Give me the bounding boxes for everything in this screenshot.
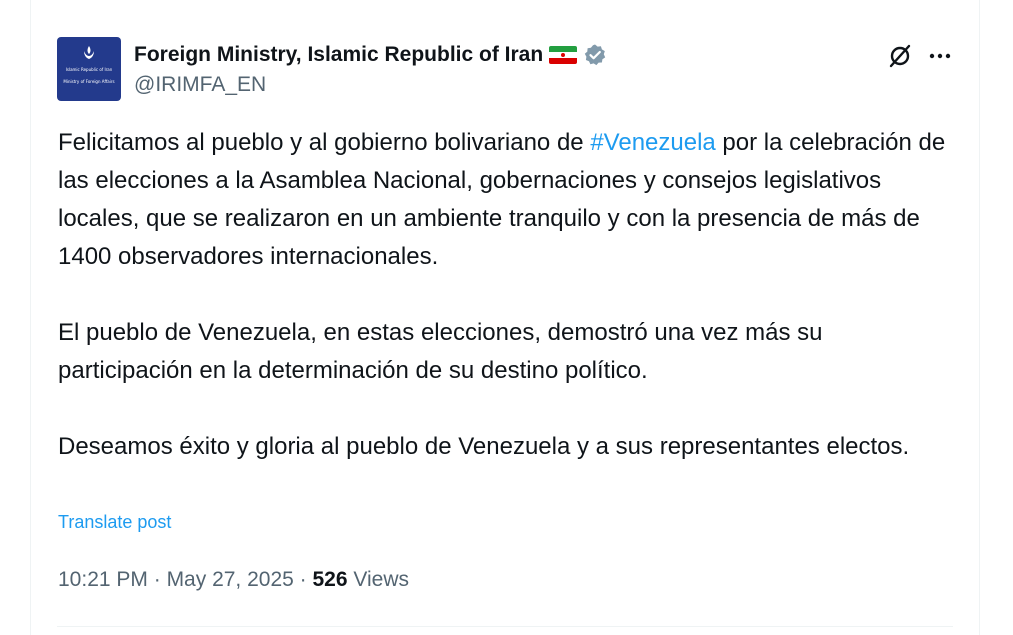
- post-date[interactable]: May 27, 2025: [167, 568, 294, 591]
- post-text: Felicitamos al pueblo y al gobierno boli…: [58, 124, 958, 466]
- translate-post-link[interactable]: Translate post: [58, 512, 171, 533]
- grok-icon[interactable]: [887, 43, 913, 69]
- meta-separator: ·: [293, 568, 313, 591]
- avatar-text-line1: Islamic Republic of Iran: [65, 67, 113, 72]
- post-paragraph-3: Deseamos éxito y gloria al pueblo de Ven…: [58, 433, 910, 460]
- display-name[interactable]: Foreign Ministry, Islamic Republic of Ir…: [134, 43, 543, 67]
- views-count: 526: [312, 568, 348, 591]
- divider: [57, 626, 953, 627]
- post-meta: 10:21 PM · May 27, 2025 · 526 Views: [58, 568, 409, 592]
- account-handle[interactable]: @IRIMFA_EN: [134, 73, 266, 97]
- views-label: Views: [353, 568, 410, 591]
- paragraph-1-start: Felicitamos al pueblo y al gobierno boli…: [58, 129, 591, 156]
- post-paragraph-1: Felicitamos al pueblo y al gobierno boli…: [58, 124, 958, 276]
- hashtag-venezuela-link[interactable]: #Venezuela: [590, 129, 715, 156]
- iran-emblem-icon: [84, 46, 94, 59]
- more-options-icon[interactable]: [927, 43, 953, 69]
- post-time[interactable]: 10:21 PM: [58, 568, 148, 591]
- avatar-text-line2: Ministry of Foreign Affairs: [63, 79, 115, 84]
- iran-flag-icon: [549, 46, 578, 64]
- name-row: Foreign Ministry, Islamic Republic of Ir…: [134, 40, 607, 70]
- post-header: Islamic Republic of Iran Ministry of For…: [57, 37, 953, 101]
- post-paragraph-2: El pueblo de Venezuela, en estas eleccio…: [58, 319, 823, 384]
- avatar[interactable]: Islamic Republic of Iran Ministry of For…: [57, 37, 121, 101]
- verified-badge-icon[interactable]: [583, 43, 607, 67]
- meta-separator: ·: [147, 568, 167, 591]
- post-card: Islamic Republic of Iran Ministry of For…: [30, 0, 980, 635]
